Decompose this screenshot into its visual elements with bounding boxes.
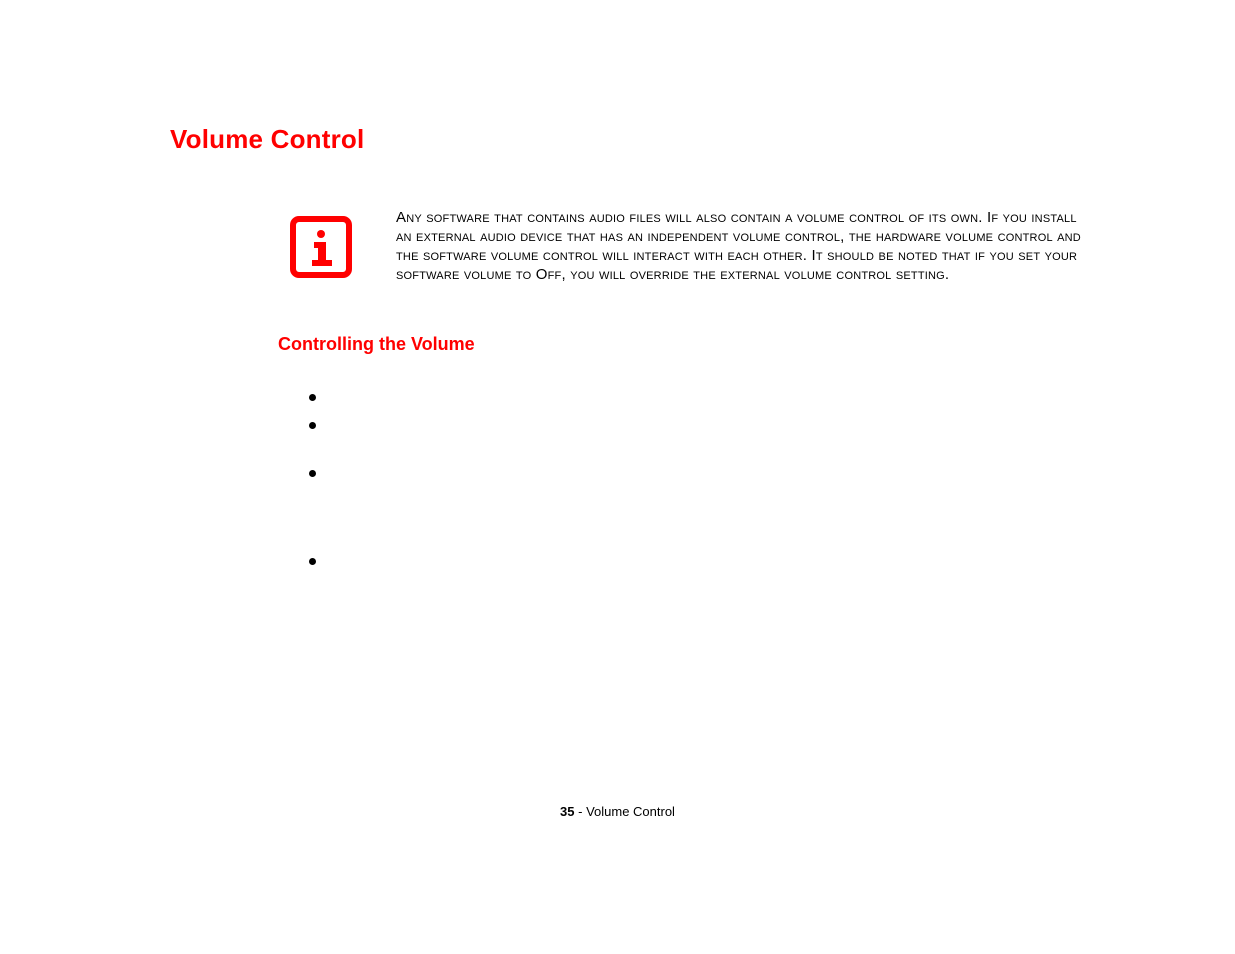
info-note-text: Any software that contains audio files w… — [396, 208, 1090, 284]
bullet-point — [309, 558, 316, 565]
bullet-point — [309, 422, 316, 429]
document-page: Volume Control Any software that contain… — [0, 0, 1235, 954]
page-title: Volume Control — [170, 124, 364, 155]
info-icon — [290, 216, 352, 283]
page-footer: 35 - Volume Control — [0, 804, 1235, 819]
section-subheading: Controlling the Volume — [278, 334, 475, 355]
footer-separator: - — [575, 804, 587, 819]
footer-section: Volume Control — [586, 804, 675, 819]
page-number: 35 — [560, 804, 574, 819]
bullet-point — [309, 394, 316, 401]
bullet-point — [309, 470, 316, 477]
info-block: Any software that contains audio files w… — [290, 208, 1090, 284]
